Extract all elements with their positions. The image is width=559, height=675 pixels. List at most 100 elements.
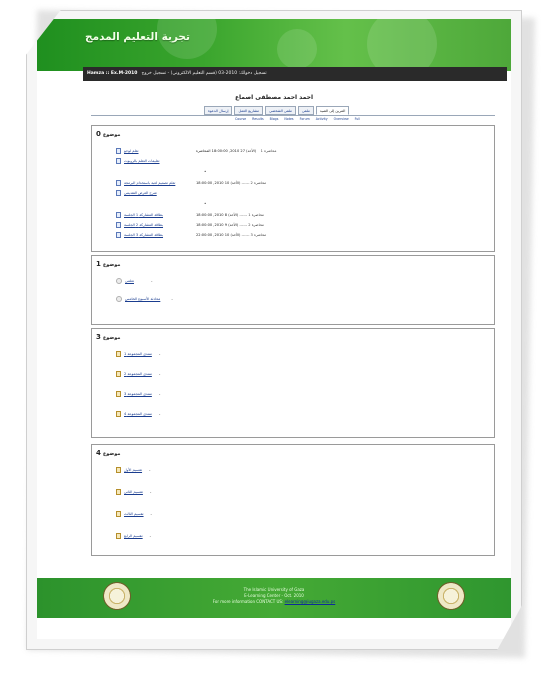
list-item: تعلم تصميم لعبة باستخدام البرمجة bbox=[116, 180, 175, 186]
activity-link[interactable]: تعليمات التعلم بالروبوت bbox=[124, 159, 160, 163]
page-inner: تجربة التعليم المدمج Hamza :: Ex.M-2010 … bbox=[37, 19, 511, 639]
user-name-link[interactable]: Hamza :: Ex.M-2010 bbox=[87, 71, 137, 77]
footer-line-3: For more information CONTACT US: bbox=[212, 599, 284, 604]
contact-email-link[interactable]: elearning@iugaza.edu.ps bbox=[285, 599, 336, 604]
subtab-blogs[interactable]: Blogs bbox=[270, 117, 279, 121]
resource-icon bbox=[116, 296, 122, 302]
list-item: محادثة الأسبوع الخامس - bbox=[116, 296, 173, 302]
activity-link[interactable]: تعلم تصميم لعبة باستخدام البرمجة bbox=[124, 181, 175, 185]
list-item: تقسيم الرابع - bbox=[116, 533, 151, 539]
list-item: تقسيم الأول - bbox=[116, 467, 151, 473]
list-item: شرح العرض التقديمي bbox=[116, 190, 157, 196]
topic-label: موضوع bbox=[102, 132, 121, 138]
activity-link[interactable]: تعلم لوجو bbox=[124, 149, 139, 153]
activity-dash: ------ bbox=[239, 213, 248, 217]
list-item: منتدى المجموعة 4 - bbox=[116, 411, 160, 417]
forum-link[interactable]: تقسيم الأول bbox=[124, 468, 142, 472]
bullet: - bbox=[151, 278, 153, 284]
forum-icon bbox=[116, 391, 121, 397]
user-info: تسجيل دخولك: 2010-03 (قسم التعليم الالكت… bbox=[141, 71, 267, 76]
site-title[interactable]: تجربة التعليم المدمج bbox=[85, 31, 190, 43]
list-item: بطاقة المشاركة 2 الجلسة bbox=[116, 222, 163, 228]
topic-number: 3 bbox=[96, 333, 101, 341]
activity-link[interactable]: شرح العرض التقديمي bbox=[124, 191, 157, 195]
tab-4[interactable]: مشاريع العمل bbox=[234, 106, 264, 115]
bullet: - bbox=[149, 489, 152, 495]
page-icon bbox=[116, 180, 121, 186]
list-item: تقسيم الثاني - bbox=[116, 489, 151, 495]
activity-date: (الأحد) 10 2010, 18:00:00 bbox=[196, 181, 241, 185]
forum-icon bbox=[116, 489, 121, 495]
activity-link[interactable]: بطاقة المشاركة 2 الجلسة bbox=[124, 223, 163, 227]
activity-meta: محاضرة 1 ------ (الأحد) 8 2010, 18:00:00 bbox=[196, 213, 264, 217]
resource-link[interactable]: تعلمي bbox=[125, 279, 134, 283]
subtab-full[interactable]: Full bbox=[355, 117, 360, 121]
activity-meta: محاضرة 1 (الأحد) 27 2010, 18:00:00 المحا… bbox=[196, 149, 276, 153]
topic-heading: 4 موضوع bbox=[96, 449, 121, 457]
topic-number: 4 bbox=[96, 449, 101, 457]
activity-date: (الأحد) 27 2010, 18:00:00 المحاضرة bbox=[196, 149, 257, 153]
bullet: - bbox=[158, 391, 161, 397]
footer-bar: The Islamic University of Gaza E-Learnin… bbox=[37, 578, 511, 618]
bullet: - bbox=[171, 296, 173, 302]
activity-link[interactable]: بطاقة المشاركة 3 الجلسة bbox=[124, 233, 163, 237]
page-frame: تجربة التعليم المدمج Hamza :: Ex.M-2010 … bbox=[0, 0, 559, 675]
page-icon bbox=[116, 148, 121, 154]
footer-contact: For more information CONTACT US: elearni… bbox=[37, 599, 511, 605]
topic-label: موضوع bbox=[102, 451, 121, 457]
tab-3[interactable]: ملفي الشخصي bbox=[265, 106, 296, 115]
tabs-divider bbox=[91, 115, 495, 116]
activity-link[interactable]: بطاقة المشاركة 1 الجلسة bbox=[124, 213, 163, 217]
list-item: بطاقة المشاركة 1 الجلسة bbox=[116, 212, 163, 218]
banner-bubble bbox=[367, 19, 437, 71]
tab-5[interactable]: إرسال الدعوة bbox=[204, 106, 233, 115]
activity-date: (الأحد) 10 2010, 22:00:00 bbox=[196, 233, 241, 237]
topic-section-0: 0 موضوع تعلم لوجو محاضرة 1 (الأحد) 27 20… bbox=[91, 125, 495, 252]
forum-link[interactable]: منتدى المجموعة 4 bbox=[124, 412, 152, 416]
list-item: بطاقة المشاركة 3 الجلسة bbox=[116, 232, 163, 238]
resource-link[interactable]: محادثة الأسبوع الخامس bbox=[125, 297, 160, 301]
forum-link[interactable]: تقسيم الثاني bbox=[124, 490, 143, 494]
forum-link[interactable]: تقسيم الثالث bbox=[124, 512, 144, 516]
bullet: - bbox=[149, 467, 151, 473]
topic-label: موضوع bbox=[102, 335, 121, 341]
course-title: احمد احمد مصطفى اصماع bbox=[234, 94, 314, 101]
tab-2[interactable]: ملفي bbox=[297, 106, 314, 115]
subtab-overview[interactable]: Overview bbox=[334, 117, 349, 121]
tab-1[interactable]: المرين إلى الصيد bbox=[315, 106, 350, 115]
forum-icon bbox=[116, 467, 121, 473]
activity-date: (الأحد) 9 2010, 18:00:00 bbox=[196, 223, 239, 227]
subtab-results[interactable]: Results bbox=[252, 117, 264, 121]
list-item: منتدى المجموعة 1 - bbox=[116, 351, 160, 357]
page-icon bbox=[116, 222, 121, 228]
subtab-forum[interactable]: Forum bbox=[300, 117, 310, 121]
list-item: تعلمي - bbox=[116, 278, 152, 284]
activity-kind: محاضرة 2 bbox=[248, 223, 264, 227]
forum-icon bbox=[116, 411, 121, 417]
forum-link[interactable]: منتدى المجموعة 2 bbox=[124, 372, 152, 376]
activity-meta: محاضرة 2 ------ (الأحد) 10 2010, 18:00:0… bbox=[196, 181, 266, 185]
bullet: - bbox=[150, 511, 152, 517]
forum-link[interactable]: تقسيم الرابع bbox=[124, 534, 143, 538]
banner-bubble bbox=[277, 29, 317, 69]
forum-link[interactable]: منتدى المجموعة 1 bbox=[124, 352, 152, 356]
subtab-activity[interactable]: Activity bbox=[316, 117, 328, 121]
activity-date: (الأحد) 8 2010, 18:00:00 bbox=[196, 213, 239, 217]
topic-number: 1 bbox=[96, 260, 101, 268]
topic-heading: 1 موضوع bbox=[96, 260, 121, 268]
topic-label: موضوع bbox=[102, 262, 121, 268]
activity-dash: ------ bbox=[241, 181, 250, 185]
page-icon bbox=[116, 232, 121, 238]
resource-icon bbox=[116, 278, 122, 284]
list-item: تقسيم الثالث - bbox=[116, 511, 152, 517]
bullet: - bbox=[158, 351, 161, 357]
list-item: منتدى المجموعة 3 - bbox=[116, 391, 160, 397]
subtab-course[interactable]: Course bbox=[235, 117, 246, 121]
subtab-notes[interactable]: Notes bbox=[284, 117, 293, 121]
list-item: تعليمات التعلم بالروبوت bbox=[116, 158, 160, 164]
activity-dash: ------ bbox=[239, 223, 248, 227]
page-icon bbox=[116, 158, 121, 164]
activity-kind: محاضرة 2 bbox=[250, 181, 267, 185]
forum-icon bbox=[116, 511, 121, 517]
forum-link[interactable]: منتدى المجموعة 3 bbox=[124, 392, 152, 396]
